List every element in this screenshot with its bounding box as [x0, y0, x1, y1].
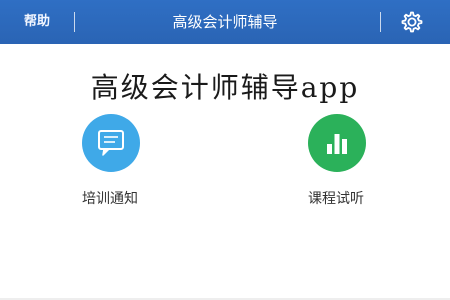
app-screen: 帮助 高级会计师辅导 高级会计师辅导app 培训通知 课程试听 [0, 0, 450, 300]
tile-label: 课程试听 [308, 191, 364, 207]
tile-label: 培训通知 [82, 191, 138, 207]
header-divider-right [380, 12, 381, 32]
course-preview-tile[interactable]: 课程试听 [276, 114, 396, 214]
page-title: 高级会计师辅导 [172, 13, 278, 31]
bar-chart-icon [308, 114, 366, 172]
training-notice-tile[interactable]: 培训通知 [50, 114, 170, 214]
header-bar: 帮助 高级会计师辅导 [0, 0, 450, 44]
app-name-caption: 高级会计师辅导app [90, 71, 360, 104]
chat-bubble-icon [82, 114, 140, 172]
gear-icon[interactable] [398, 9, 424, 35]
